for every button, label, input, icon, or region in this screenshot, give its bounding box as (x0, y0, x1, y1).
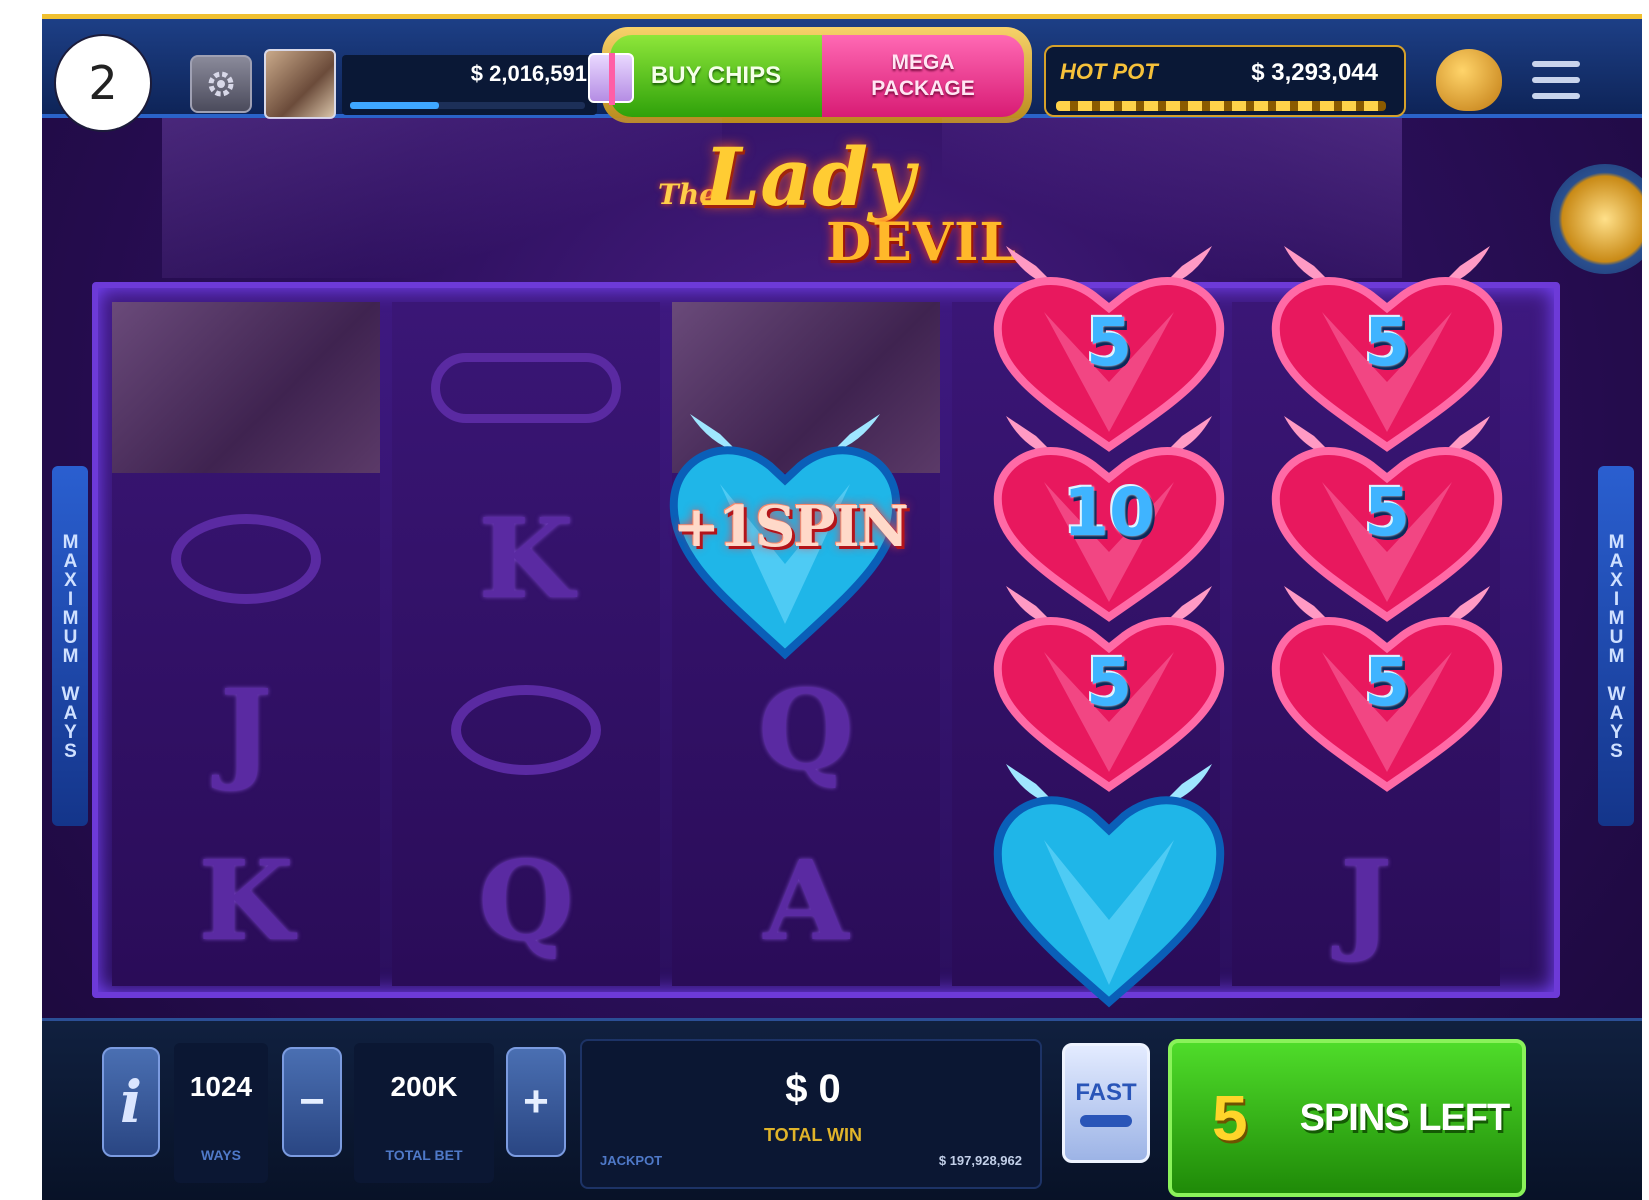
pink-heart-value: 5 (1262, 582, 1512, 792)
symbol-q: Q (758, 665, 854, 794)
buy-chips-button[interactable]: BUY CHIPS (610, 35, 822, 117)
heart-value: 5 (1364, 644, 1410, 721)
stage-light (162, 118, 722, 278)
heart-value: 5 (1364, 474, 1410, 551)
symbol-a: A (763, 836, 849, 965)
total-win-display: $ 0 TOTAL WIN JACKPOT $ 197,928,962 (580, 1039, 1042, 1189)
blue-heart-empty (984, 760, 1234, 1010)
fast-label: FAST (1075, 1079, 1137, 1106)
increase-bet-button[interactable]: + (506, 1047, 566, 1157)
xp-bar-fill (350, 102, 440, 109)
mega-package-button[interactable]: MEGA PACKAGE (822, 35, 1024, 117)
symbol-j: J (1339, 836, 1393, 965)
bottom-controls: i 1024 WAYS − 200K TOTAL BET + $ 0 TOTAL… (42, 1018, 1642, 1200)
symbol-k: K (198, 836, 294, 965)
bonus-spin-heart: +1SPIN (660, 404, 910, 660)
jackpot-lights (1056, 101, 1386, 111)
ways-label: WAYS (201, 1147, 241, 1163)
symbol-ring (392, 644, 660, 815)
spins-left-label: SPINS LEFT (1299, 1096, 1511, 1139)
symbol-q: Q (478, 836, 574, 965)
game-screen: $ 2,016,591 BUY CHIPS MEGA PACKAGE HOT P… (42, 14, 1642, 1200)
menu-button[interactable] (1528, 55, 1584, 105)
menu-icon-line (1532, 77, 1580, 83)
ring-icon (171, 513, 321, 604)
jackpot-label: HOT POT (1060, 59, 1158, 84)
gift-icon[interactable] (588, 53, 634, 105)
ways-display: 1024 WAYS (174, 1043, 268, 1183)
bonus-wheel-icon[interactable] (1550, 164, 1642, 274)
heart-glasses-icon (431, 352, 621, 423)
menu-icon-line (1532, 93, 1580, 99)
maximum-ways-label-right: MAXIMUM WAYS (1598, 466, 1634, 826)
jackpot-display: HOT POT $ 3,293,044 (1044, 45, 1406, 117)
top-bar: $ 2,016,591 BUY CHIPS MEGA PACKAGE HOT P… (42, 14, 1642, 123)
mega-package-label-line2: PACKAGE (871, 77, 975, 100)
total-bet-display: 200K TOTAL BET (354, 1043, 494, 1183)
balance-value: $ 2,016,591 (470, 61, 587, 86)
total-bet-value: 200K (390, 1071, 458, 1102)
reel-2: K Q (392, 302, 660, 986)
gear-icon (208, 71, 234, 97)
symbol-lady-portrait (112, 302, 380, 473)
blue-heart-icon (993, 764, 1225, 1008)
balance-display: $ 2,016,591 (342, 55, 597, 115)
logo-lady: Lady (704, 130, 915, 224)
ring-icon (451, 684, 601, 775)
symbol-ring (112, 473, 380, 644)
heart-value: 10 (1063, 474, 1155, 551)
ways-value: 1024 (189, 1071, 253, 1102)
mega-package-label-line1: MEGA (891, 51, 955, 74)
settings-button[interactable] (190, 55, 252, 113)
symbol-heart-glasses (392, 302, 660, 473)
jackpot-ticker-label: JACKPOT (600, 1153, 663, 1168)
game-logo: The Lady DEVIL (658, 130, 1038, 274)
reel-1: J K (112, 302, 380, 986)
piggy-bank-icon[interactable] (1436, 49, 1502, 111)
jackpot-ticker-value: $ 197,928,962 (938, 1153, 1022, 1168)
plus-one-spin-label: +1SPIN (673, 494, 909, 560)
heart-value: 5 (1364, 304, 1410, 381)
total-win-label: TOTAL WIN (764, 1125, 862, 1145)
player-avatar[interactable] (264, 49, 336, 119)
symbol-k: K (478, 494, 574, 623)
xp-bar (350, 102, 585, 109)
heart-value: 5 (1086, 644, 1132, 721)
menu-icon-line (1532, 61, 1580, 67)
spin-button[interactable]: 5 SPINS LEFT (1168, 1039, 1526, 1197)
step-number-badge: 2 (54, 34, 152, 132)
info-button[interactable]: i (102, 1047, 160, 1157)
jackpot-value: $ 3,293,044 (1251, 59, 1378, 86)
total-win-value: $ 0 (785, 1067, 841, 1111)
fast-spin-toggle[interactable]: FAST (1062, 1043, 1150, 1163)
toggle-indicator (1080, 1115, 1132, 1127)
store-buttons: BUY CHIPS MEGA PACKAGE (588, 27, 1032, 123)
decrease-bet-button[interactable]: − (282, 1047, 342, 1157)
spins-left-count: 5 (1212, 1082, 1248, 1154)
symbol-j: J (219, 665, 273, 794)
total-bet-label: TOTAL BET (385, 1147, 463, 1163)
heart-value: 5 (1086, 304, 1132, 381)
maximum-ways-label-left: MAXIMUM WAYS (52, 466, 88, 826)
